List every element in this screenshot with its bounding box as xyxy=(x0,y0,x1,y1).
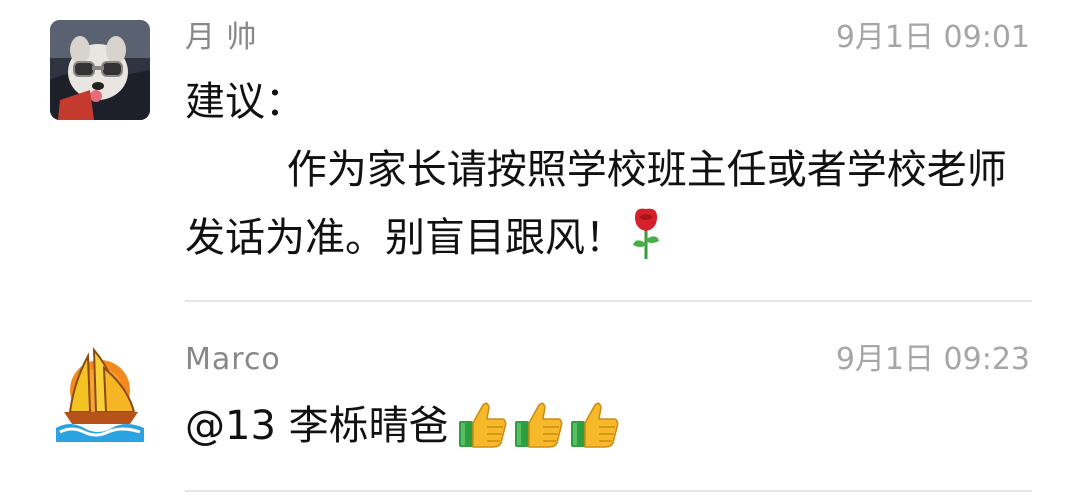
thumbs-up-icon xyxy=(569,399,621,449)
dog-avatar-icon xyxy=(50,20,150,120)
comment-item: Marco 9月1日 09:23 @13 李栎晴爸 xyxy=(0,300,1080,499)
thumbs-up-icon xyxy=(513,399,565,449)
commenter-name[interactable]: Marco xyxy=(185,342,281,378)
comment-divider xyxy=(185,490,1032,492)
avatar[interactable] xyxy=(50,342,150,442)
rose-icon xyxy=(629,207,663,280)
comment-text: @13 李栎晴爸 xyxy=(185,392,1015,470)
thumbs-up-icon xyxy=(457,399,509,449)
comment-time: 9月1日 09:23 xyxy=(835,342,1030,377)
comment-time: 9月1日 09:01 xyxy=(835,20,1030,55)
comment-item: 月 帅 9月1日 09:01 建议： 作为家长请按照学校班主任或者学校老师发话为… xyxy=(0,0,1080,302)
comment-text-body: 建议： 作为家长请按照学校班主任或者学校老师发话为准。别盲目跟风！ xyxy=(185,79,1007,261)
comment-text: 建议： 作为家长请按照学校班主任或者学校老师发话为准。别盲目跟风！ xyxy=(185,68,1015,280)
thumbs-up-group xyxy=(457,399,625,470)
junk-boat-avatar-icon xyxy=(50,342,150,442)
comment-text-body: @13 李栎晴爸 xyxy=(185,403,449,449)
commenter-name[interactable]: 月 帅 xyxy=(185,20,258,56)
avatar[interactable] xyxy=(50,20,150,120)
